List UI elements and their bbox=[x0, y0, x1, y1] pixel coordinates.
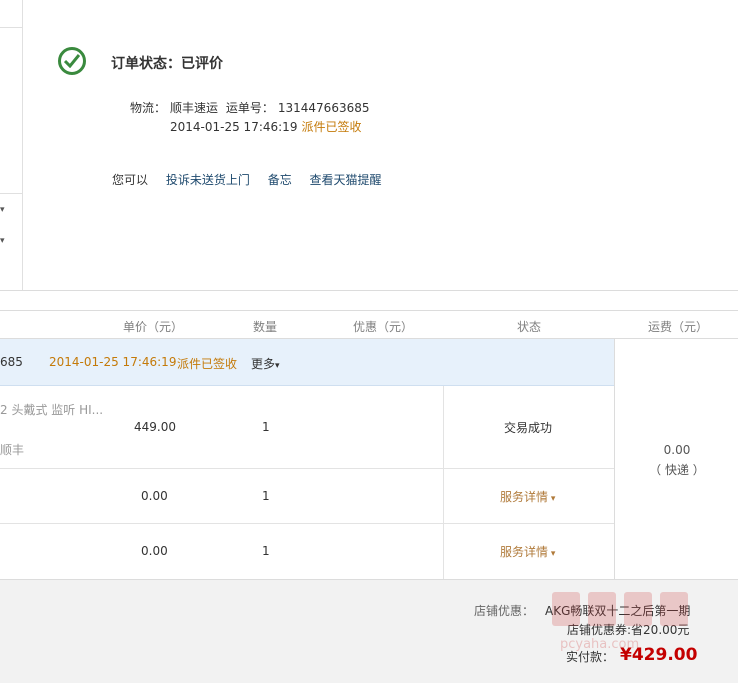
order-row-timestamp: 2014-01-25 17:46:19 bbox=[49, 355, 177, 369]
product-name[interactable]: 2 头戴式 监听 HI... bbox=[0, 401, 103, 418]
memo-link[interactable]: 备忘 bbox=[268, 173, 292, 187]
tracking-label: 运单号： bbox=[225, 101, 274, 115]
watermark-text: pcyaha.com bbox=[560, 637, 639, 652]
order-tracking-partial: 685 bbox=[0, 355, 23, 369]
unit-price: 0.00 bbox=[141, 544, 168, 558]
logistics-timestamp-line: 2014-01-25 17:46:19 派件已签收 bbox=[170, 118, 361, 135]
divider bbox=[0, 290, 738, 291]
check-circle-icon bbox=[58, 47, 86, 75]
shipping-method: （ 快递 ） bbox=[649, 463, 705, 477]
order-status-label: 订单状态： bbox=[111, 56, 181, 72]
watermark-logo: pcyaha.com bbox=[540, 588, 720, 668]
order-status-value: 已评价 bbox=[181, 56, 223, 72]
shop-discount-label: 店铺优惠： bbox=[474, 604, 535, 618]
more-dropdown[interactable]: 更多▾ bbox=[251, 355, 280, 372]
order-row: 685 2014-01-25 17:46:19 派件已签收 更多▾ bbox=[0, 339, 614, 386]
chevron-down-icon[interactable]: ▾ bbox=[0, 205, 5, 215]
table-row: 0.00 1 服务详情 ▾ bbox=[0, 524, 614, 579]
more-label: 更多 bbox=[251, 357, 276, 371]
actions-prefix: 您可以 bbox=[112, 173, 149, 187]
logistics-info: 物流： 顺丰速运 运单号： 131447663685 bbox=[130, 99, 374, 116]
header-unit-price: 单价（元） bbox=[123, 320, 184, 334]
shipping-column: 0.00 （ 快递 ） bbox=[614, 339, 738, 579]
chevron-down-icon: ▾ bbox=[548, 494, 556, 504]
table-row: 0.00 1 服务详情 ▾ bbox=[0, 469, 614, 524]
chevron-down-icon[interactable]: ▾ bbox=[0, 236, 5, 246]
quantity: 1 bbox=[262, 420, 270, 434]
logistics-timestamp: 2014-01-25 17:46:19 bbox=[170, 120, 298, 134]
order-status-title: 订单状态：已评价 bbox=[111, 53, 223, 73]
service-details-dropdown[interactable]: 服务详情 ▾ bbox=[500, 488, 555, 505]
logistics-label: 物流： bbox=[130, 101, 167, 115]
column-divider bbox=[443, 386, 444, 579]
carrier-name: 顺丰速运 bbox=[170, 101, 219, 115]
item-status: 交易成功 bbox=[504, 421, 553, 435]
left-sidebar: ▾ ▾ bbox=[0, 0, 23, 290]
order-actions: 您可以 投诉未送货上门 备忘 查看天猫提醒 bbox=[112, 171, 396, 188]
header-quantity: 数量 bbox=[253, 320, 278, 334]
header-status: 状态 bbox=[517, 320, 542, 334]
quantity: 1 bbox=[262, 489, 270, 503]
product-sub: 顺丰 bbox=[0, 443, 25, 457]
service-details-dropdown[interactable]: 服务详情 ▾ bbox=[500, 543, 555, 560]
complaint-link[interactable]: 投诉未送货上门 bbox=[166, 173, 250, 187]
chevron-down-icon: ▾ bbox=[548, 549, 556, 559]
table-header: 单价（元） 数量 优惠（元） 状态 运费（元） bbox=[0, 310, 738, 339]
quantity: 1 bbox=[262, 544, 270, 558]
shipping-amount: 0.00 bbox=[663, 443, 691, 457]
header-discount: 优惠（元） bbox=[353, 320, 414, 334]
tmall-reminder-link[interactable]: 查看天猫提醒 bbox=[310, 173, 382, 187]
service-details-label: 服务详情 bbox=[500, 545, 549, 559]
tracking-number: 131447663685 bbox=[277, 101, 370, 115]
unit-price: 449.00 bbox=[134, 420, 176, 434]
service-details-label: 服务详情 bbox=[500, 490, 549, 504]
unit-price: 0.00 bbox=[141, 489, 168, 503]
header-shipping: 运费（元） bbox=[648, 320, 709, 334]
table-row: 2 头戴式 监听 HI... 顺丰 449.00 1 交易成功 bbox=[0, 386, 614, 469]
order-row-status: 派件已签收 bbox=[177, 357, 238, 371]
delivery-status: 派件已签收 bbox=[301, 120, 362, 134]
chevron-down-icon: ▾ bbox=[275, 361, 280, 371]
